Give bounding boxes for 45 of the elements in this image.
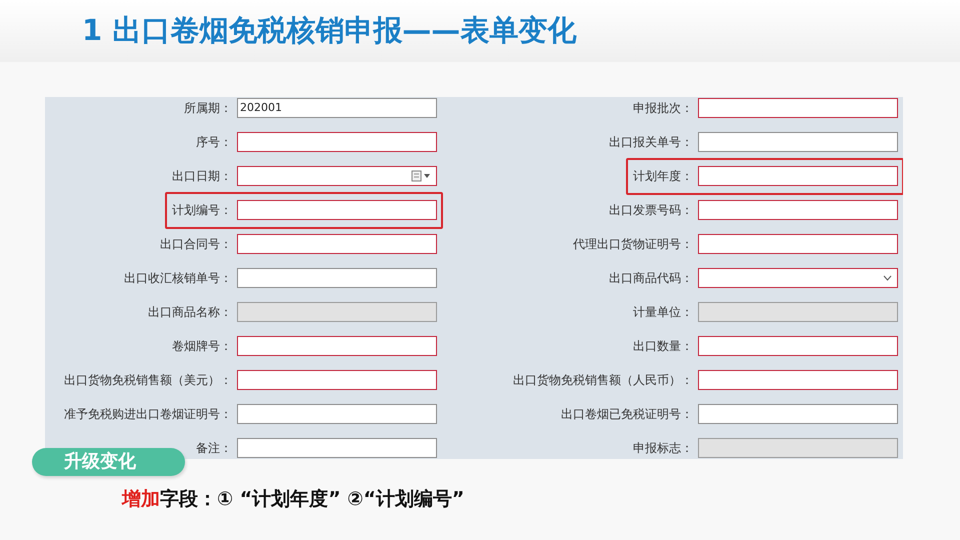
input-field[interactable] [237,234,437,254]
input-field[interactable] [237,370,437,390]
input-field[interactable] [237,438,437,458]
field-label: 所属期： [184,100,232,117]
input-field[interactable] [698,166,898,186]
field-label: 出口卷烟已免税证明号： [561,406,693,423]
section-badge: 升级变化 [32,448,185,476]
field-label: 申报批次： [633,100,693,117]
field-label: 出口日期： [172,168,232,185]
field-label: 出口商品代码： [609,270,693,287]
field-label: 出口发票号码： [609,202,693,219]
calendar-icon[interactable] [411,170,431,182]
field-label: 计划编号： [172,202,232,219]
input-field[interactable] [237,132,437,152]
input-field[interactable]: 202001 [237,98,437,118]
input-field[interactable] [698,98,898,118]
field-label: 备注： [196,440,232,457]
input-field[interactable] [698,370,898,390]
field-label: 出口货物免税销售额（人民币）： [513,372,693,389]
field-label: 申报标志： [633,440,693,457]
field-label: 出口商品名称： [148,304,232,321]
input-field[interactable] [698,234,898,254]
slide-title: 1 出口卷烟免税核销申报——表单变化 [82,12,576,49]
field-label: 出口报关单号： [609,134,693,151]
input-field[interactable] [237,336,437,356]
input-field[interactable] [698,404,898,424]
input-field[interactable] [698,200,898,220]
field-label: 代理出口货物证明号： [573,236,693,253]
input-field[interactable] [698,268,898,288]
change-note: 增加字段：① “计划年度” ②“计划编号” [122,487,464,512]
input-field[interactable] [698,132,898,152]
field-label: 出口数量： [633,338,693,355]
field-label: 序号： [196,134,232,151]
field-label: 卷烟牌号： [172,338,232,355]
field-label: 计划年度： [633,168,693,185]
field-label: 出口合同号： [160,236,232,253]
field-label: 出口收汇核销单号： [124,270,232,287]
input-field[interactable] [698,336,898,356]
field-label: 准予免税购进出口卷烟证明号： [64,406,232,423]
input-field[interactable] [237,404,437,424]
input-field[interactable] [237,166,437,186]
input-field[interactable] [237,268,437,288]
field-label: 出口货物免税销售额（美元）： [64,372,232,389]
input-field[interactable] [237,200,437,220]
field-label: 计量单位： [633,304,693,321]
